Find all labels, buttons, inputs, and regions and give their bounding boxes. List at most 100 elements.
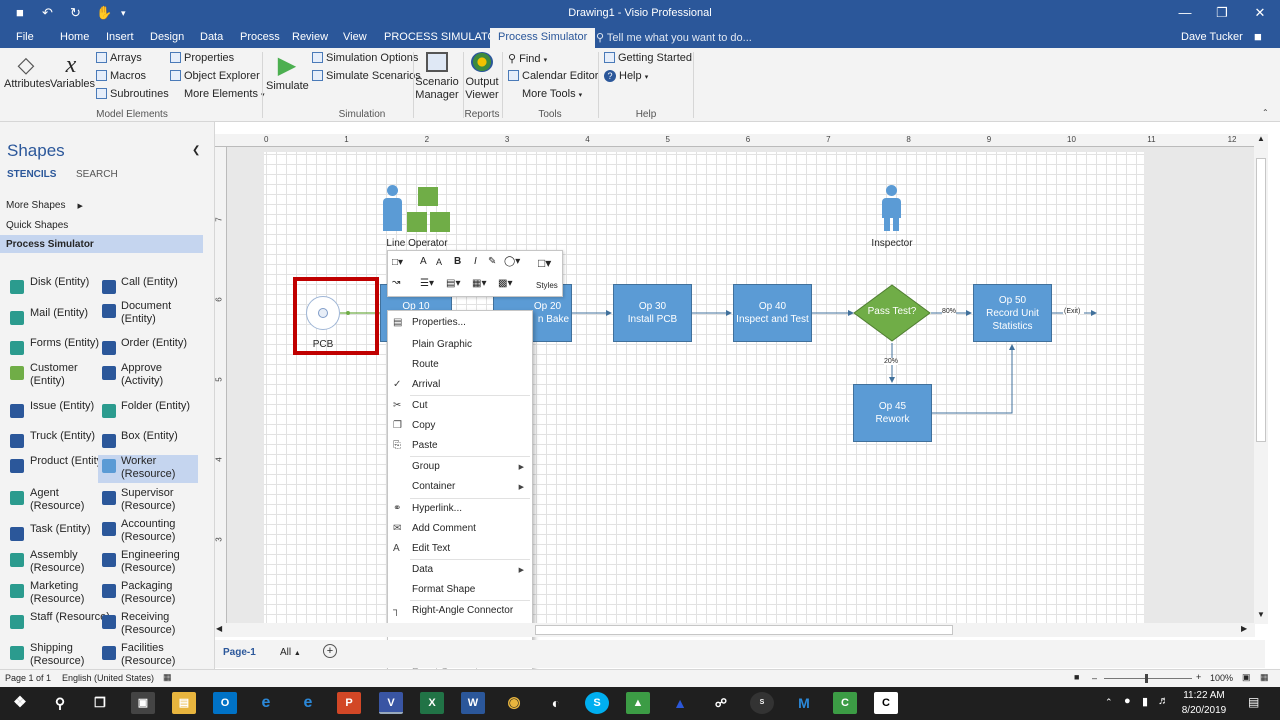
skype-icon[interactable]: S (585, 692, 609, 714)
add-page-icon[interactable]: + (323, 644, 337, 658)
word-icon[interactable]: W (461, 692, 485, 714)
inspector-shape[interactable] (880, 185, 904, 233)
page-count-status[interactable]: Page 1 of 1 (5, 673, 51, 683)
macro-record-icon[interactable]: ▦ (163, 672, 172, 683)
menu-item-label: Container (412, 481, 456, 492)
menu-item-label: Paste (412, 440, 438, 451)
battery-tray-icon[interactable]: ▮ (1142, 695, 1148, 708)
switch-windows-icon[interactable]: ▦ (1260, 672, 1269, 683)
decision-diamond[interactable]: Pass Test? (853, 284, 931, 342)
menu-item-add-comment[interactable]: ✉ Add Comment (388, 521, 532, 539)
file-explorer-icon[interactable]: ▤ (172, 692, 196, 714)
connector-op45-op50[interactable] (932, 344, 1015, 414)
font-shrink-icon[interactable]: A (436, 257, 442, 267)
menu-item-copy[interactable]: ❐ Copy (388, 418, 532, 436)
op40-box[interactable]: Op 40 Inspect and Test (733, 284, 812, 342)
horizontal-scroll-thumb[interactable] (535, 625, 953, 635)
windows-start-icon[interactable]: ❖ (8, 692, 32, 714)
volume-tray-icon[interactable]: ♬ (1158, 695, 1169, 707)
vertical-scroll-thumb[interactable] (1256, 158, 1266, 442)
search-icon[interactable]: ⚲ (48, 692, 72, 714)
shape-style-icon[interactable]: □▾ (392, 257, 403, 268)
menu-item-format-shape[interactable]: Format Shape (388, 582, 532, 600)
all-pages-button[interactable]: All ▲ (280, 647, 301, 658)
styles-icon[interactable]: □▾ (538, 256, 551, 270)
scroll-up-icon[interactable]: ▲ (1257, 134, 1265, 143)
menu-item-group[interactable]: Group ▶ (388, 459, 532, 477)
align-icon[interactable]: ☰▾ (420, 278, 434, 289)
clock-time[interactable]: 11:22 AM (1180, 690, 1228, 701)
clock-date[interactable]: 8/20/2019 (1180, 705, 1228, 716)
font-grow-icon[interactable]: A (420, 256, 427, 267)
store-icon[interactable]: ▣ (131, 692, 155, 714)
all-pages-label: All (280, 647, 292, 658)
speedometer-icon[interactable]: ◐ (544, 692, 568, 714)
tray-chevron-icon[interactable]: ⌃ (1105, 697, 1113, 708)
vertical-scrollbar[interactable]: ▲ ▼ (1254, 134, 1268, 624)
menu-item-edit-text[interactable]: A Edit Text (388, 541, 532, 559)
visio-icon[interactable]: V (379, 692, 403, 714)
scroll-left-icon[interactable]: ◀ (216, 624, 222, 633)
menu-item-properties[interactable]: ▤ Properties... (388, 315, 532, 333)
format-painter-icon[interactable]: ✎ (488, 256, 496, 267)
zoom-level[interactable]: 100% (1210, 673, 1233, 683)
zoom-in-icon[interactable]: + (1196, 672, 1201, 682)
pointer-tool-icon[interactable]: ◯▾ (504, 256, 520, 267)
menu-separator (410, 600, 530, 601)
connector-tool-icon[interactable]: ↝ (392, 277, 400, 288)
position-icon[interactable]: ▤▾ (446, 278, 460, 289)
op50-box[interactable]: Op 50 Record Unit Statistics (973, 284, 1052, 342)
zoom-out-icon[interactable]: – (1092, 673, 1097, 683)
zoom-slider[interactable] (1104, 678, 1192, 679)
task-view-icon[interactable]: ❐ (88, 692, 112, 714)
triangle-app-icon[interactable]: ▲ (668, 692, 692, 714)
chrome-icon[interactable]: ◉ (502, 692, 526, 714)
copy-icon: ❐ (393, 420, 402, 431)
excel-icon[interactable]: X (420, 692, 444, 714)
edge-icon[interactable]: e (296, 692, 320, 714)
menu-item-label: Data (412, 564, 434, 575)
line-icon[interactable]: ▩▾ (498, 278, 512, 289)
horizontal-scrollbar[interactable]: ◀ ▶ (215, 623, 1255, 637)
powerpoint-icon[interactable]: P (337, 692, 361, 714)
op30-box[interactable]: Op 30 Install PCB (613, 284, 692, 342)
notifications-icon[interactable]: ▤ (1248, 695, 1259, 709)
menu-item-arrival[interactable]: ✓ Arrival (388, 377, 532, 395)
fill-icon[interactable]: ▦▾ (472, 278, 486, 289)
c-app-icon[interactable]: C (874, 692, 898, 714)
line-operator-shape[interactable] (380, 185, 455, 235)
language-status[interactable]: English (United States) (62, 673, 154, 683)
submenu-arrow-icon: ▶ (518, 464, 524, 471)
menu-separator (410, 395, 530, 396)
network-app-icon[interactable]: ☍ (709, 692, 733, 714)
presentation-mode-icon[interactable]: ■ (1074, 672, 1079, 682)
fit-page-icon[interactable]: ▣ (1242, 672, 1251, 683)
bold-icon[interactable]: B (454, 256, 461, 267)
scroll-down-icon[interactable]: ▼ (1257, 610, 1265, 619)
outlook-icon[interactable]: O (213, 692, 237, 714)
menu-item-paste[interactable]: ⎘ Paste (388, 438, 532, 456)
italic-icon[interactable]: I (474, 256, 477, 267)
page-1-tab[interactable]: Page-1 (223, 647, 256, 658)
green-app-icon[interactable]: C (833, 692, 857, 714)
menu-separator (410, 456, 530, 457)
menu-item-hyperlink[interactable]: ⚭ Hyperlink... (388, 501, 532, 519)
network-tray-icon[interactable]: ● (1124, 695, 1131, 707)
menu-item-data[interactable]: Data ▶ (388, 562, 532, 580)
internet-explorer-icon[interactable]: e (254, 692, 278, 714)
scroll-right-icon[interactable]: ▶ (1241, 624, 1247, 633)
zoom-slider-thumb[interactable] (1145, 674, 1148, 683)
stats-app-icon[interactable]: ▲ (626, 692, 650, 714)
menu-item-plain-graphic[interactable]: Plain Graphic (388, 337, 532, 355)
menu-item-right-angle-connector[interactable]: ┐ Right-Angle Connector (388, 603, 532, 621)
menu-item-container[interactable]: Container ▶ (388, 479, 532, 497)
pcb-disk-icon[interactable] (306, 296, 340, 330)
sonos-icon[interactable]: S (750, 692, 774, 714)
op45-box[interactable]: Op 45 Rework (853, 384, 932, 442)
menu-item-route[interactable]: Route (388, 357, 532, 375)
m-app-icon[interactable]: M (792, 692, 816, 714)
pcb-label: PCB (312, 339, 334, 350)
menu-item-label: Format Shape (412, 584, 476, 595)
menu-item-cut[interactable]: ✂ Cut (388, 398, 532, 416)
page-tabs-bar: Page-1 All ▲ + (215, 640, 1265, 668)
